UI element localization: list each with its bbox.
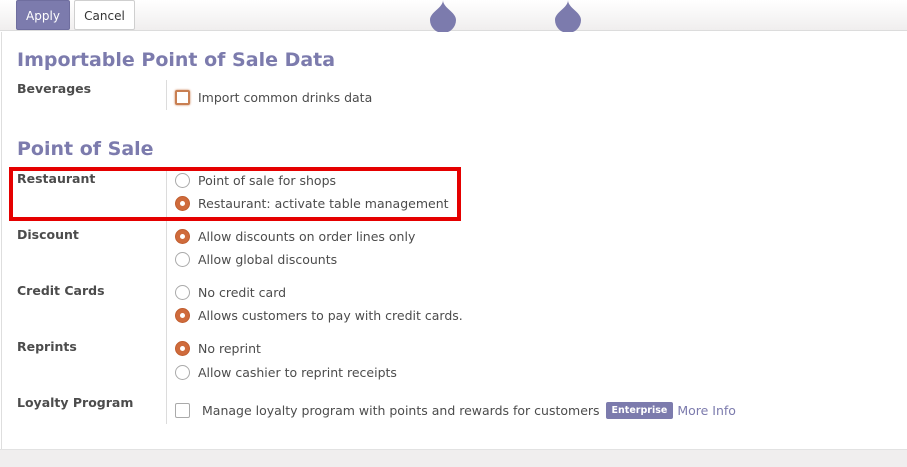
loyalty-program-label: Loyalty Program — [17, 395, 134, 410]
option-label: Allows customers to pay with credit card… — [198, 307, 463, 323]
section-title-importable: Importable Point of Sale Data — [17, 49, 336, 71]
discount-label: Discount — [17, 227, 79, 242]
reprints-option-allow[interactable]: Allow cashier to reprint receipts — [175, 363, 397, 381]
control-panel: Apply Cancel — [0, 0, 907, 34]
discount-option-global[interactable]: Allow global discounts — [175, 250, 337, 268]
credit-cards-label: Credit Cards — [17, 283, 105, 298]
section-title-pos: Point of Sale — [17, 138, 154, 160]
loyalty-program-option[interactable]: Manage loyalty program with points and r… — [175, 401, 736, 419]
drop-icon — [428, 0, 458, 34]
option-label: No reprint — [198, 340, 261, 356]
apply-button[interactable]: Apply — [16, 0, 70, 30]
beverages-option[interactable]: Import common drinks data — [175, 88, 372, 106]
option-label: No credit card — [198, 284, 287, 300]
settings-form — [1, 32, 907, 449]
loyalty-checkbox[interactable] — [175, 402, 190, 418]
option-label: Allow global discounts — [198, 251, 338, 267]
cancel-button[interactable]: Cancel — [74, 0, 135, 30]
radio-button-selected[interactable] — [175, 228, 190, 244]
footer-bar — [0, 449, 907, 467]
discount-option-order-lines[interactable]: Allow discounts on order lines only — [175, 227, 415, 245]
radio-button-selected[interactable] — [175, 307, 190, 323]
drop-icon — [553, 0, 583, 34]
beverages-checkbox[interactable] — [175, 89, 190, 105]
option-label: Allow cashier to reprint receipts — [198, 364, 397, 380]
enterprise-badge: Enterprise — [605, 401, 674, 419]
beverages-option-label: Import common drinks data — [198, 89, 373, 105]
reprints-option-none[interactable]: No reprint — [175, 339, 261, 357]
beverages-label: Beverages — [17, 81, 92, 96]
reprints-label: Reprints — [17, 339, 77, 354]
divider — [166, 80, 167, 110]
radio-button[interactable] — [175, 251, 190, 267]
radio-button[interactable] — [175, 364, 190, 380]
radio-button-selected[interactable] — [175, 340, 190, 356]
option-label: Allow discounts on order lines only — [198, 228, 416, 244]
radio-button[interactable] — [175, 284, 190, 300]
credit-cards-option-none[interactable]: No credit card — [175, 283, 286, 301]
option-label: Manage loyalty program with points and r… — [202, 402, 600, 418]
credit-cards-option-allow[interactable]: Allows customers to pay with credit card… — [175, 306, 463, 324]
annotation-highlight-box — [9, 167, 461, 221]
more-info-link[interactable]: More Info — [677, 403, 736, 418]
